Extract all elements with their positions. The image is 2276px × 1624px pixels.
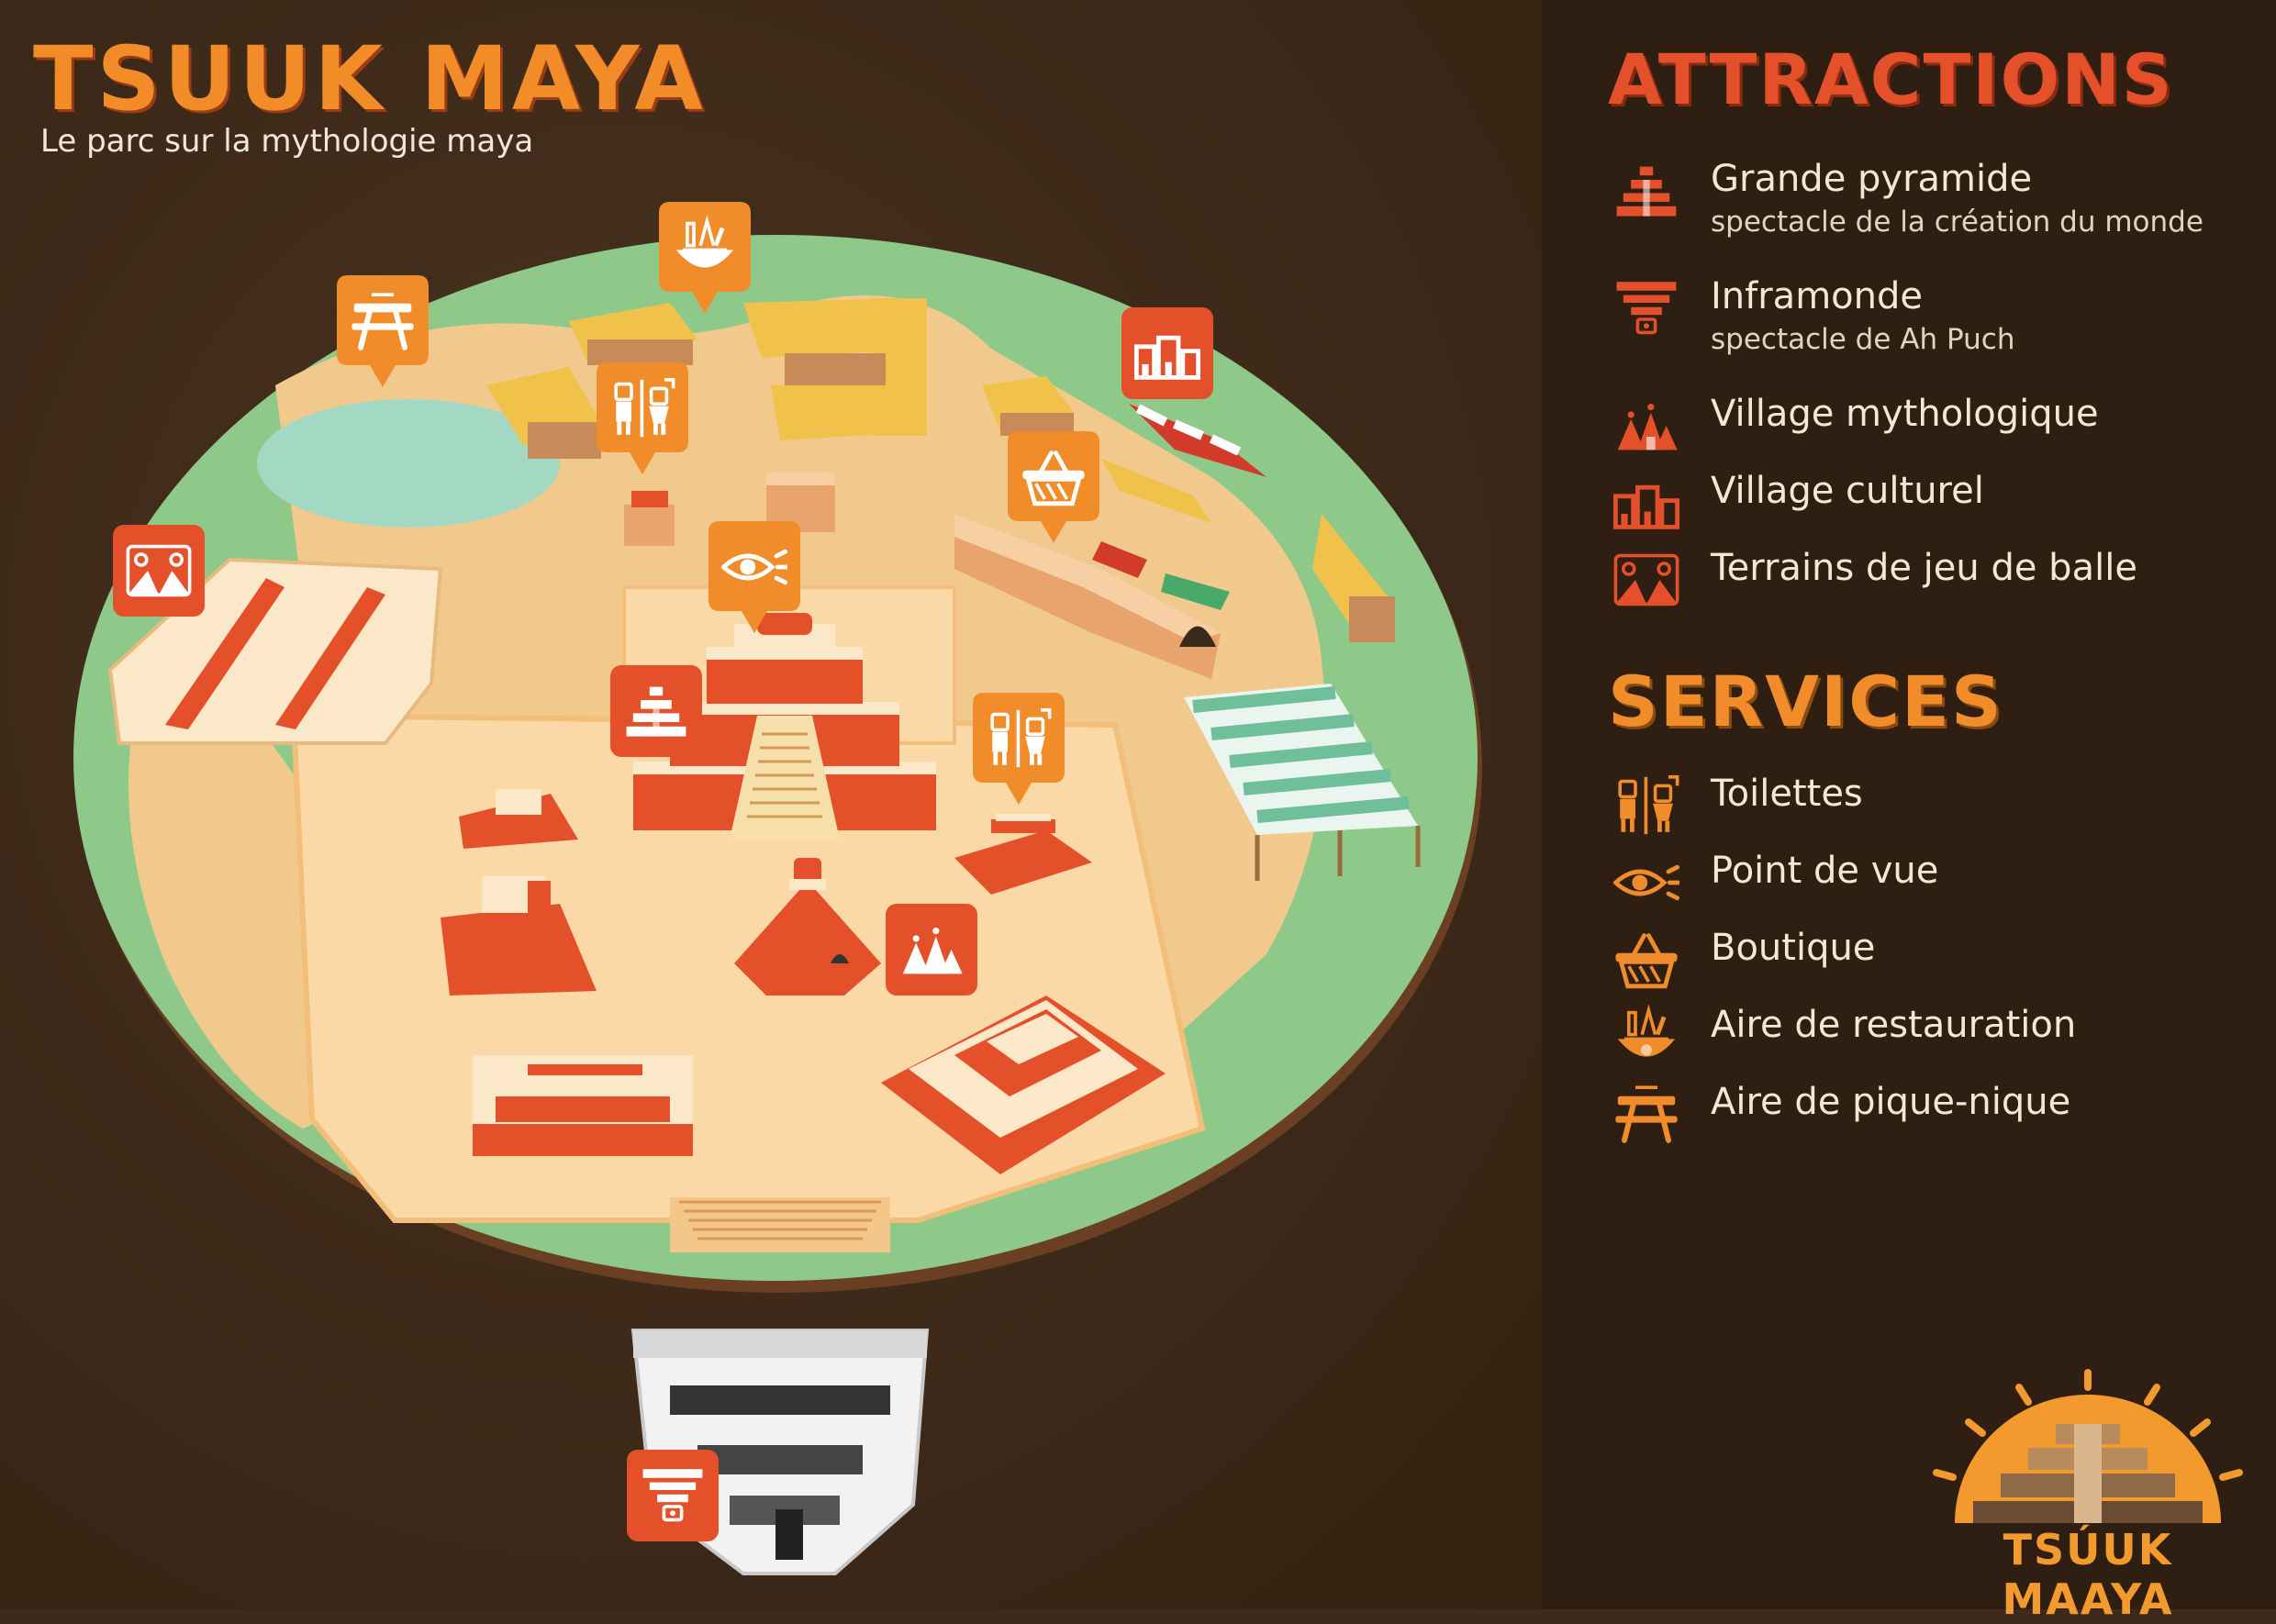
legend-row-ballgame: Terrains de jeu de balle (1604, 547, 2265, 620)
legend-sublabel: spectacle de Ah Puch (1711, 323, 2015, 356)
legend-row-pyramid: Grande pyramide spectacle de la création … (1604, 158, 2265, 239)
map-marker-cultural-village[interactable] (1121, 307, 1213, 399)
map-marker-mythological-village[interactable] (886, 904, 977, 996)
map-marker-ballgame[interactable] (113, 525, 205, 617)
map-marker-shop[interactable] (1008, 431, 1099, 543)
picnic-icon (1604, 1081, 1689, 1147)
brand-logo: TSÚUK MAAYA (1918, 1367, 2258, 1624)
marker-background (337, 275, 429, 387)
mythological-village-icon (1604, 393, 1689, 459)
legend-label: Grande pyramide (1711, 158, 2033, 200)
legend-label: Aire de pique-nique (1711, 1081, 2071, 1123)
legend-row-mythological-village: Village mythologique (1604, 393, 2265, 466)
map-marker-picnic[interactable] (337, 275, 429, 387)
legend-row-toilets: Toilettes (1604, 773, 2265, 846)
legend-row-picnic: Aire de pique-nique (1604, 1081, 2265, 1154)
legend-row-restaurant: Aire de restauration (1604, 1004, 2265, 1077)
map-marker-toilets[interactable] (597, 362, 688, 474)
legend-label: Toilettes (1711, 773, 1863, 815)
legend-label: Village mythologique (1711, 393, 2099, 435)
ballgame-icon (1604, 547, 1689, 613)
marker-background (1008, 431, 1099, 543)
attractions-heading: ATTRACTIONS (1608, 39, 2174, 120)
map-markers (113, 202, 1213, 1541)
legend-row-cultural-village: Village culturel (1604, 470, 2265, 543)
legend-label: Point de vue (1711, 850, 1939, 892)
pyramid-icon (1604, 158, 1689, 224)
legend-row-viewpoint: Point de vue (1604, 850, 2265, 923)
sun-pyramid-logo (1933, 1369, 2243, 1523)
toilets-icon (1604, 773, 1689, 839)
legend-row-underworld: Inframonde spectacle de Ah Puch (1604, 275, 2265, 356)
restaurant-icon (1604, 1004, 1689, 1070)
legend-label: Terrains de jeu de balle (1711, 547, 2137, 589)
underworld-icon (1604, 275, 1689, 341)
viewpoint-icon (1604, 850, 1689, 916)
legend-label: Inframonde (1711, 275, 1923, 317)
services-heading: SERVICES (1608, 661, 2003, 742)
cultural-village-icon (1604, 470, 1689, 536)
legend-label: Boutique (1711, 927, 1876, 969)
map-marker-underworld[interactable] (627, 1450, 719, 1541)
map-marker-restaurant[interactable] (659, 202, 751, 314)
map-marker-pyramid[interactable] (610, 665, 702, 757)
shop-icon (1604, 927, 1689, 993)
legend-sublabel: spectacle de la création du monde (1711, 206, 2203, 239)
legend-label: Village culturel (1711, 470, 1984, 512)
map-marker-toilets[interactable] (973, 693, 1065, 805)
legend-row-shop: Boutique (1604, 927, 2265, 1000)
map-marker-viewpoint[interactable] (708, 521, 800, 633)
legend-label: Aire de restauration (1711, 1004, 2077, 1046)
